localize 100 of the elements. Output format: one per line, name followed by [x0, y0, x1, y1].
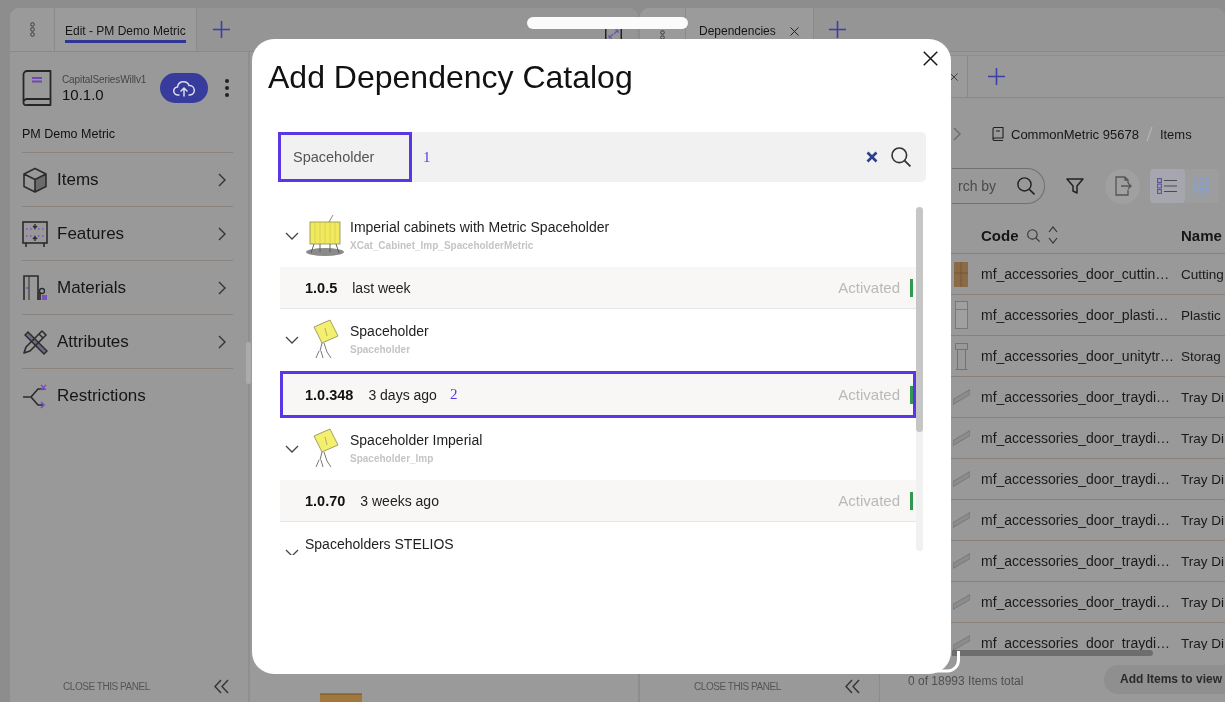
version-number: 1.0.348	[305, 386, 354, 403]
table-cell-text: mf_accessories_door_traydi…	[981, 594, 1172, 610]
table-cell-text: mf_accessories_door_plasti…	[981, 307, 1170, 323]
kebab-icon[interactable]	[225, 79, 229, 97]
items-count: 0 of 18993 Items total	[908, 675, 1024, 687]
item-thumbnail	[952, 430, 970, 446]
version-date: 3 days ago	[368, 386, 437, 403]
close-icon[interactable]	[923, 51, 938, 66]
clear-icon[interactable]	[866, 151, 878, 163]
search-field[interactable]: Spaceholder 1	[278, 132, 926, 182]
catalog-title[interactable]: Spaceholders STELIOS	[305, 536, 454, 553]
catalog-title[interactable]: Imperial cabinets with Metric Spaceholder	[350, 219, 610, 236]
book-icon	[22, 70, 52, 106]
breadcrumb-current: Items	[1159, 126, 1192, 142]
list-view-button[interactable]	[1150, 169, 1185, 203]
catalog-code: XCat_Cabinet_Imp_SpaceholderMetric	[350, 239, 535, 253]
panel-title: PM Demo Metric	[22, 126, 117, 142]
chevron-right-icon	[218, 172, 226, 187]
catalog-name: CapitalSeriesWillv1	[62, 72, 147, 86]
cabinet-bars-icon	[22, 274, 48, 301]
scrollbar-thumb[interactable]	[916, 207, 923, 432]
annotation-number: 2	[449, 386, 458, 403]
item-thumbnail	[952, 553, 970, 569]
chevron-right-icon	[218, 334, 226, 349]
nav-item[interactable]: Materials	[22, 261, 233, 315]
item-thumbnail	[954, 342, 968, 370]
table-cell: Storag	[1181, 348, 1221, 364]
breadcrumb-link[interactable]: CommonMetric 95678	[1011, 126, 1139, 142]
version-number: 1.0.70	[305, 492, 346, 509]
chevron-down-icon[interactable]	[285, 232, 299, 240]
item-thumbnail	[318, 690, 364, 702]
drag-handle[interactable]	[527, 17, 688, 29]
item-thumbnail	[952, 594, 970, 610]
plus-icon[interactable]	[829, 21, 847, 38]
branch-arrows-icon	[22, 383, 48, 409]
chevron-down-icon[interactable]	[285, 549, 299, 555]
table-cell: Tray Di	[1181, 430, 1224, 446]
chevron-down-icon[interactable]	[285, 336, 299, 344]
export-icon	[1113, 176, 1132, 196]
column-header[interactable]: Name	[1181, 226, 1222, 244]
list-icon	[1157, 178, 1178, 194]
version-row[interactable]: 1.0.5 last week Activated	[280, 267, 916, 309]
nav-item[interactable]: Features	[22, 207, 233, 261]
catalog-version: 10.1.0	[62, 85, 105, 104]
chevron-right-icon	[218, 226, 226, 241]
status-label: Activated	[838, 386, 900, 403]
resize-corner-icon[interactable]	[936, 651, 961, 674]
chevron-down-icon[interactable]	[285, 445, 299, 453]
plus-icon[interactable]	[213, 21, 231, 38]
search-icon[interactable]	[891, 147, 911, 167]
table-cell-text: mf_accessories_door_cuttin…	[981, 266, 1171, 282]
item-thumbnail	[952, 512, 970, 528]
status-label: Activated	[838, 492, 900, 509]
double-chevron-left-icon[interactable]	[844, 678, 861, 694]
tab[interactable]: Edit - PM Demo Metric	[55, 8, 197, 51]
add-items-button[interactable]: Add Items to view	[1103, 664, 1225, 694]
table-cell: Plastic	[1181, 307, 1221, 323]
filter-icon[interactable]	[1066, 177, 1084, 195]
upload-button[interactable]	[160, 73, 208, 103]
nav-item[interactable]: Restrictions	[22, 369, 233, 423]
search-icon[interactable]	[1017, 177, 1035, 195]
item-thumbnail	[954, 261, 968, 287]
item-thumbnail	[954, 301, 968, 329]
catalog-title[interactable]: Spaceholder Imperial	[350, 432, 483, 449]
chevron-right-icon	[218, 280, 226, 295]
sort-icon[interactable]	[1047, 226, 1058, 244]
version-row[interactable]: 1.0.348 3 days ago 2 Activated	[280, 371, 916, 418]
version-date: last week	[352, 279, 411, 296]
frame-arrows-icon	[22, 220, 48, 247]
nav-item[interactable]: Attributes	[22, 315, 233, 369]
close-icon[interactable]	[789, 27, 799, 36]
scrollbar-thumb[interactable]	[952, 650, 1153, 656]
table-cell-text: mf_accessories_door_traydi…	[981, 512, 1172, 528]
cube-icon	[22, 166, 48, 193]
version-number: 1.0.5	[305, 279, 338, 296]
splitter-handle[interactable]	[246, 342, 251, 384]
plus-icon[interactable]	[988, 68, 1005, 85]
table-cell-text: mf_accessories_door_traydi…	[981, 430, 1172, 446]
nav-item[interactable]: Items	[22, 153, 233, 207]
status-label: Activated	[838, 279, 900, 296]
table-cell-text: mf_accessories_door_traydi…	[981, 471, 1172, 487]
close-icon[interactable]	[950, 72, 958, 81]
scrollbar-track[interactable]	[916, 207, 923, 551]
expand-icon[interactable]	[605, 29, 622, 39]
catalog-title[interactable]: Spaceholder	[350, 323, 429, 340]
version-row[interactable]: 1.0.70 3 weeks ago Activated	[280, 480, 916, 522]
table-cell-text: mf_accessories_door_traydi…	[981, 389, 1172, 405]
annotation-number: 1	[423, 148, 431, 166]
catalog-code: Spaceholder_Imp	[350, 452, 435, 466]
dialog-title: Add Dependency Catalog	[268, 58, 633, 97]
kebab-icon[interactable]	[660, 30, 665, 40]
item-thumbnail	[952, 389, 970, 405]
double-chevron-left-icon[interactable]	[213, 678, 230, 694]
table-cell: Tray Di	[1181, 389, 1224, 405]
search-input[interactable]: rch by	[952, 176, 1017, 196]
table-cell: Cutting	[1181, 266, 1224, 282]
column-header[interactable]: Code	[981, 226, 1019, 244]
search-input[interactable]: Spaceholder	[281, 135, 409, 179]
separator-icon	[1145, 126, 1153, 142]
catalog-code: Spaceholder	[350, 343, 412, 357]
